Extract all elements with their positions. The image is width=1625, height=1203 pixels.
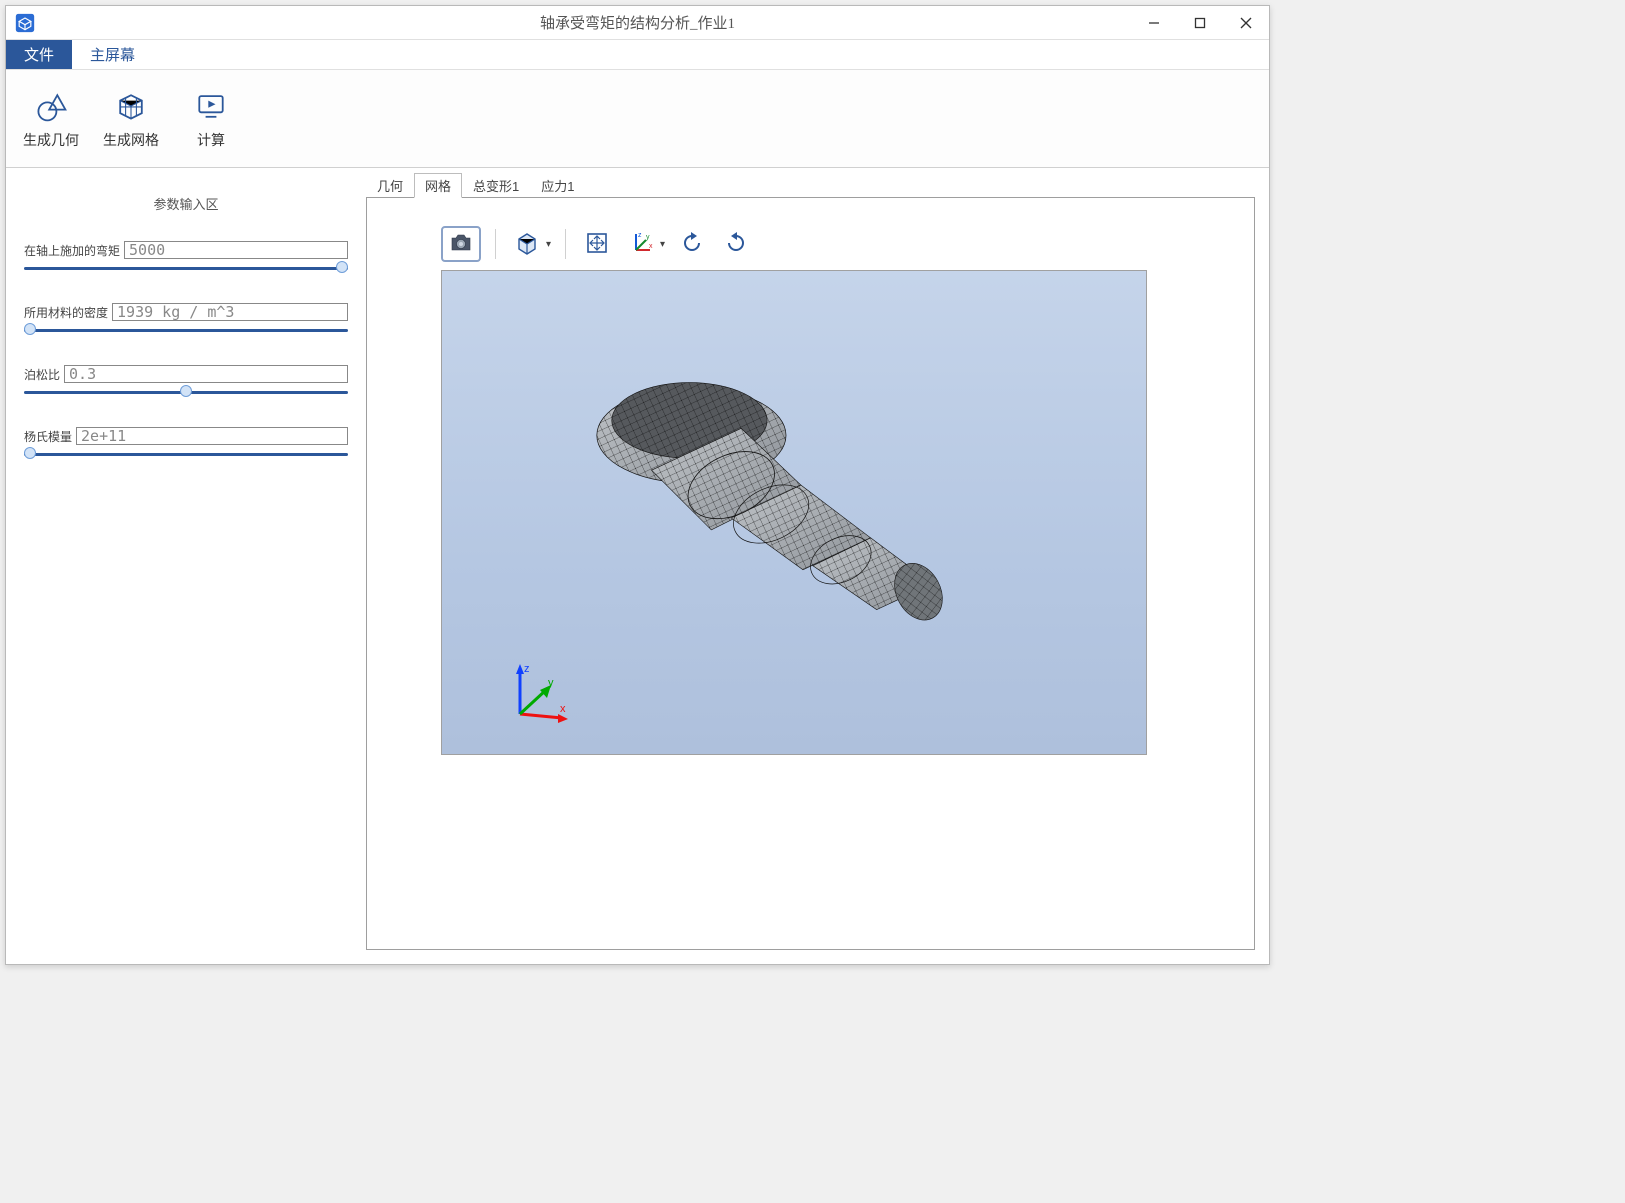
param-row: 所用材料的密度 <box>24 303 348 335</box>
camera-icon <box>449 233 473 256</box>
param-row: 杨氏模量 <box>24 427 348 459</box>
window-controls <box>1131 6 1269 40</box>
param-row: 泊松比 <box>24 365 348 397</box>
toolbar-separator <box>495 229 496 259</box>
param-slider[interactable] <box>24 263 348 273</box>
app-logo-icon <box>14 12 36 34</box>
menu-tabs: 文件 主屏幕 <box>6 40 1269 70</box>
param-slider[interactable] <box>24 449 348 459</box>
menu-tab-file[interactable]: 文件 <box>6 40 72 69</box>
param-slider[interactable] <box>24 387 348 397</box>
svg-text:x: x <box>560 703 566 715</box>
generate-geometry-button[interactable]: 生成几何 <box>16 74 86 163</box>
view-tab-网格[interactable]: 网格 <box>414 173 462 198</box>
compute-button[interactable]: 计算 <box>176 74 246 163</box>
close-button[interactable] <box>1223 6 1269 40</box>
compute-label: 计算 <box>197 130 225 150</box>
chevron-down-icon[interactable]: ▾ <box>660 239 665 250</box>
titlebar: 轴承受弯矩的结构分析_作业1 <box>6 6 1269 40</box>
param-label: 所用材料的密度 <box>24 304 108 321</box>
view-tab-几何[interactable]: 几何 <box>366 173 414 198</box>
axes-icon: z x y <box>628 230 654 259</box>
viewport-3d[interactable]: z x y <box>441 270 1147 755</box>
svg-text:y: y <box>646 234 650 241</box>
axes-view-button[interactable]: z x y <box>624 227 658 261</box>
orientation-triad: z x y <box>502 660 572 730</box>
ribbon-group-main: 生成几何 生成网格 计 <box>6 74 256 163</box>
parameters-panel: 参数输入区 在轴上施加的弯矩 所用材料的密度 泊松比 杨氏模量 <box>6 168 366 964</box>
param-label: 泊松比 <box>24 366 60 383</box>
rotate-cw-button[interactable] <box>719 227 753 261</box>
generate-mesh-button[interactable]: 生成网格 <box>96 74 166 163</box>
content-area: 参数输入区 在轴上施加的弯矩 所用材料的密度 泊松比 杨氏模量 <box>6 168 1269 964</box>
rotate-ccw-icon <box>679 230 705 259</box>
generate-mesh-label: 生成网格 <box>103 130 159 150</box>
mesh-icon <box>113 88 149 124</box>
menu-tab-main[interactable]: 主屏幕 <box>72 40 153 69</box>
toolbar-separator <box>565 229 566 259</box>
fit-view-button[interactable] <box>580 227 614 261</box>
viewport-toolbar: ▾ <box>441 226 753 262</box>
screenshot-button[interactable] <box>441 226 481 262</box>
main-area: 几何网格总变形1应力1 <box>366 168 1269 964</box>
rotate-ccw-button[interactable] <box>675 227 709 261</box>
param-label: 杨氏模量 <box>24 428 72 445</box>
view-tab-总变形1[interactable]: 总变形1 <box>462 173 530 198</box>
param-row: 在轴上施加的弯矩 <box>24 241 348 273</box>
viewport-frame: ▾ <box>366 197 1255 950</box>
view-cube-icon <box>513 229 541 260</box>
maximize-button[interactable] <box>1177 6 1223 40</box>
svg-text:x: x <box>649 243 653 250</box>
param-input[interactable] <box>76 427 348 445</box>
svg-text:y: y <box>548 677 554 689</box>
view-cube-button[interactable] <box>510 227 544 261</box>
parameters-list: 在轴上施加的弯矩 所用材料的密度 泊松比 杨氏模量 <box>24 241 348 459</box>
param-label: 在轴上施加的弯矩 <box>24 242 120 259</box>
chevron-down-icon[interactable]: ▾ <box>546 239 551 250</box>
view-tabs: 几何网格总变形1应力1 <box>366 176 1255 198</box>
svg-text:z: z <box>638 232 642 239</box>
param-slider[interactable] <box>24 325 348 335</box>
minimize-button[interactable] <box>1131 6 1177 40</box>
rotate-cw-icon <box>723 230 749 259</box>
svg-text:z: z <box>524 663 530 675</box>
view-tab-应力1[interactable]: 应力1 <box>530 173 585 198</box>
generate-geometry-label: 生成几何 <box>23 130 79 150</box>
param-input[interactable] <box>64 365 348 383</box>
parameters-title: 参数输入区 <box>24 194 348 213</box>
fit-view-icon <box>584 230 610 259</box>
app-window: 轴承受弯矩的结构分析_作业1 文件 主屏幕 <box>5 5 1270 965</box>
compute-icon <box>193 88 229 124</box>
param-input[interactable] <box>112 303 348 321</box>
window-title: 轴承受弯矩的结构分析_作业1 <box>6 12 1269 33</box>
param-input[interactable] <box>124 241 348 259</box>
geometry-icon <box>33 88 69 124</box>
ribbon: 生成几何 生成网格 计 <box>6 70 1269 168</box>
